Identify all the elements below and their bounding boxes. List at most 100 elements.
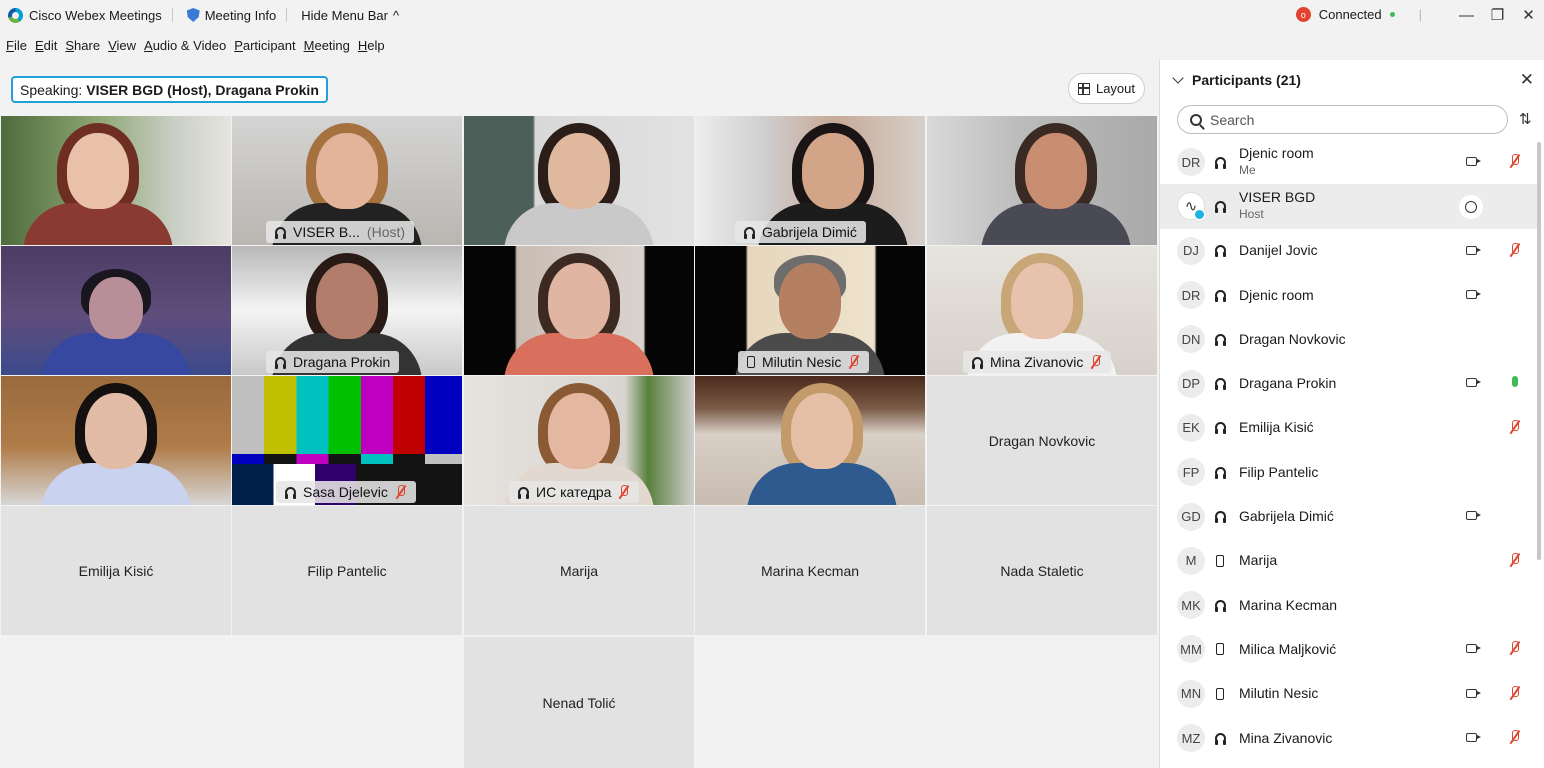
headset-icon — [1214, 156, 1226, 169]
device-icon — [1211, 599, 1229, 612]
audio-only-tile[interactable]: Dragan Novkovic — [927, 376, 1157, 505]
device-icon — [1211, 687, 1229, 700]
chevron-down-icon[interactable] — [1172, 72, 1184, 84]
menu-participant[interactable]: Participant — [234, 38, 295, 53]
minimize-button[interactable]: — — [1451, 0, 1482, 30]
participant-row[interactable]: GD Gabrijela Dimić — [1160, 494, 1537, 538]
participant-row[interactable]: ∿ VISER BGD Host — [1160, 184, 1537, 229]
mic-muted-icon[interactable] — [1509, 154, 1521, 168]
audio-only-tile[interactable]: Nenad Tolić — [464, 637, 694, 768]
tile-name: Sasa Djelevic — [303, 484, 388, 500]
participants-title: Participants (21) — [1192, 72, 1301, 88]
participant-name-text: Dragan Novkovic — [1239, 330, 1346, 347]
video-tile[interactable] — [1, 376, 231, 505]
video-camera-icon[interactable] — [1466, 644, 1481, 654]
video-tile[interactable] — [927, 116, 1157, 245]
mic-muted-icon[interactable] — [1509, 419, 1521, 434]
close-button[interactable]: ✕ — [1513, 0, 1544, 30]
scrollbar[interactable] — [1537, 142, 1541, 560]
mic-muted-icon[interactable] — [1509, 729, 1521, 744]
menu-help[interactable]: Help — [358, 38, 385, 53]
video-camera-icon[interactable] — [1466, 245, 1481, 255]
participant-name: VISER BGD Host — [1239, 189, 1315, 223]
participant-row[interactable]: FP Filip Pantelic — [1160, 450, 1537, 494]
audio-only-tile[interactable]: Marija — [464, 506, 694, 635]
video-camera-icon[interactable] — [1466, 157, 1481, 166]
restore-button[interactable]: ❐ — [1482, 0, 1513, 30]
participant-row[interactable]: DN Dragan Novkovic — [1160, 317, 1537, 361]
video-tile[interactable] — [1, 246, 231, 375]
menu-audio-video[interactable]: Audio & Video — [144, 38, 226, 53]
avatar: EK — [1177, 413, 1205, 442]
menu-file[interactable]: File — [6, 38, 27, 53]
mic-muted-icon[interactable] — [1509, 685, 1521, 700]
participant-name-text: Filip Pantelic — [1239, 463, 1319, 480]
video-tile[interactable]: Sasa Djelevic — [232, 376, 462, 505]
video-tile-active[interactable]: VISER B... (Host) — [232, 116, 462, 245]
participants-header[interactable]: Participants (21) ✕ — [1160, 60, 1544, 100]
video-camera-icon[interactable] — [1466, 378, 1481, 388]
participant-name: Emilija Kisić — [1239, 419, 1314, 436]
participant-row[interactable]: DP Dragana Prokin — [1160, 361, 1537, 405]
participant-row[interactable]: DR Djenic room Me — [1160, 140, 1537, 184]
participant-search-input[interactable]: Search — [1177, 105, 1508, 134]
video-camera-icon[interactable] — [1466, 289, 1481, 299]
participant-row[interactable]: EK Emilija Kisić — [1160, 406, 1537, 450]
video-tile[interactable] — [1, 116, 231, 245]
participant-name-text: Milutin Nesic — [1239, 685, 1319, 702]
hide-menu-bar-button[interactable]: Hide Menu Bar ^ — [301, 8, 399, 23]
mic-muted-icon[interactable] — [1509, 242, 1521, 257]
chat-icon[interactable] — [1459, 195, 1483, 220]
avatar: MM — [1177, 635, 1205, 664]
video-tile[interactable]: Milutin Nesic — [695, 246, 925, 375]
video-tile[interactable] — [464, 246, 694, 375]
avatar: DR — [1177, 281, 1205, 310]
video-tile[interactable] — [695, 376, 925, 505]
audio-only-tile[interactable]: Nada Staletic — [927, 506, 1157, 635]
device-icon — [1211, 156, 1229, 169]
participant-row[interactable]: MM Milica Maljković — [1160, 627, 1537, 671]
audio-only-tile[interactable]: Marina Kecman — [695, 506, 925, 635]
participant-row[interactable]: M Marija — [1160, 539, 1537, 583]
video-tile-active[interactable]: Dragana Prokin — [232, 246, 462, 375]
mic-muted-icon[interactable] — [1509, 641, 1521, 655]
participant-name-text: Marija — [1239, 552, 1278, 569]
participant-row[interactable]: MZ Mina Zivanovic — [1160, 716, 1537, 760]
video-camera-icon[interactable] — [1466, 688, 1481, 698]
mic-muted-icon — [395, 485, 407, 499]
audio-only-tile[interactable]: Filip Pantelic — [232, 506, 462, 635]
window-controls: — ❐ ✕ — [1451, 0, 1544, 30]
close-panel-icon[interactable]: ✕ — [1520, 70, 1534, 90]
menu-share[interactable]: Share — [65, 38, 100, 53]
participant-row[interactable]: DR Djenic room — [1160, 273, 1537, 317]
avatar: M — [1177, 546, 1205, 575]
avatar: DN — [1177, 325, 1205, 354]
participant-row[interactable]: MN Milutin Nesic — [1160, 672, 1537, 716]
chevron-up-icon: ^ — [392, 7, 400, 23]
status-separator: | — [1418, 7, 1422, 22]
menu-meeting[interactable]: Meeting — [304, 38, 350, 53]
participant-row[interactable]: DJ Danijel Jovic — [1160, 229, 1537, 273]
menu-view[interactable]: View — [108, 38, 136, 53]
video-tile[interactable]: Gabrijela Dimić — [695, 116, 925, 245]
title-divider — [171, 8, 173, 22]
device-icon — [1211, 732, 1229, 745]
audio-only-tile[interactable]: Emilija Kisić — [1, 506, 231, 635]
video-tile[interactable]: Mina Zivanovic — [927, 246, 1157, 375]
connection-status[interactable]: o Connected | — [1295, 7, 1422, 22]
headset-icon — [972, 356, 983, 369]
video-camera-icon[interactable] — [1466, 511, 1481, 521]
headset-icon — [1214, 511, 1226, 524]
mic-muted-icon[interactable] — [1509, 552, 1521, 567]
participant-name: Mina Zivanovic — [1239, 730, 1332, 747]
video-tile[interactable] — [464, 116, 694, 245]
video-tile[interactable]: ИС катедра — [464, 376, 694, 505]
meeting-info-button[interactable]: Meeting Info — [186, 8, 276, 23]
avatar: DP — [1177, 369, 1205, 398]
participant-row[interactable]: MK Marina Kecman — [1160, 583, 1537, 627]
layout-button[interactable]: Layout — [1068, 73, 1145, 104]
menu-edit[interactable]: Edit — [35, 38, 57, 53]
mic-active-icon[interactable] — [1512, 376, 1518, 388]
sort-icon[interactable]: ⇅ — [1519, 110, 1535, 128]
video-camera-icon[interactable] — [1466, 732, 1481, 742]
